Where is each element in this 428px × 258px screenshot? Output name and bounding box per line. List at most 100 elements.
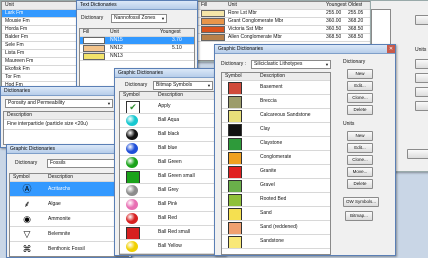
fill-swatch <box>201 10 225 17</box>
table-row[interactable]: Rore Lst Mbr 255.00 255.05 <box>198 10 370 18</box>
dictionary-select[interactable]: Porosity and Permeability ▼ <box>5 99 113 108</box>
list-item[interactable]: ◉ Ammonite <box>10 212 128 227</box>
description-column-header: Description <box>158 92 184 98</box>
dictionary-edit-button[interactable]: Edit... <box>347 81 373 91</box>
right-button[interactable] <box>415 59 428 69</box>
dictionary-select[interactable]: Bitmap Symbols ▼ <box>153 81 213 90</box>
fossils-table: Symbol Description Ⓐ Acritarchs ⸙ Algae ◉ Amm… <box>9 173 129 257</box>
ball-icon <box>126 227 140 239</box>
dictionary-delete-button[interactable]: Delete <box>347 105 373 115</box>
table-row[interactable]: Allen Conglomerate Mbr 368.50 368.50 <box>198 34 370 42</box>
symbol-description: Ball Grey <box>158 187 179 193</box>
window-title: Graphic Dictionaries <box>215 45 395 54</box>
list-item[interactable]: Ball Red small <box>120 226 222 240</box>
lithotypes-table: Symbol Description Basement Breccia Calcar… <box>221 72 331 255</box>
ow-symbols-button[interactable]: OW Symbols... <box>343 197 379 207</box>
dictionary-select[interactable]: Siliciclastic Lithotypes ▼ <box>251 60 331 69</box>
unit-delete-button[interactable]: Delete <box>347 179 373 189</box>
list-item[interactable]: Sandstone <box>222 235 330 249</box>
list-item[interactable]: Ball Green small <box>120 170 222 184</box>
unit-name: NN15 <box>110 37 123 43</box>
youngest-value: 360.00 <box>326 18 342 24</box>
lithotype-description: Rooted Bed <box>260 196 287 202</box>
list-item[interactable]: Ball Grey <box>120 184 222 198</box>
right-button[interactable] <box>415 101 428 111</box>
table-row[interactable]: Grant Conglomerate Mbr 360.00 368.20 <box>198 18 370 26</box>
fill-swatch <box>201 18 225 25</box>
list-item[interactable]: Calcareous Sandstone <box>222 109 330 123</box>
list-item[interactable]: Gravel <box>222 179 330 193</box>
units-group-label: Units <box>343 121 355 127</box>
list-item[interactable]: Basement <box>222 81 330 95</box>
unit-age-header: Fill Unit Youngest Oldest <box>198 2 370 10</box>
unit-clone-button[interactable]: Clone... <box>347 155 373 165</box>
lithotype-description: Clay <box>260 126 271 132</box>
fossil-description: Algae <box>48 201 61 207</box>
list-item[interactable]: Ball black <box>120 128 222 142</box>
list-item[interactable]: Breccia <box>222 95 330 109</box>
table-row[interactable]: NN15 3.70 <box>80 37 194 45</box>
lithology-pattern-icon <box>228 166 242 178</box>
list-item[interactable]: Ball Pink <box>120 198 222 212</box>
dictionary-clone-button[interactable]: Clone... <box>347 93 373 103</box>
list-item[interactable]: ✔ Apply <box>120 100 222 114</box>
lithotypes-header: Symbol Description <box>222 73 330 81</box>
right-button[interactable] <box>415 87 428 97</box>
right-button[interactable] <box>415 15 428 25</box>
table-row[interactable]: Victoria Sst Mbr 360.50 368.50 <box>198 26 370 34</box>
youngest-value: 5.10 <box>172 45 182 51</box>
unit-column-header: Unit <box>228 2 237 8</box>
list-item[interactable]: Ball Yellow <box>120 240 222 254</box>
list-item[interactable]: Ball Aqua <box>120 114 222 128</box>
unit-edit-button[interactable]: Edit... <box>347 143 373 153</box>
lithology-pattern-icon <box>228 194 242 206</box>
list-item[interactable]: Sand (reddened) <box>222 221 330 235</box>
oldest-value: 368.50 <box>348 26 364 32</box>
table-row[interactable]: Fine interparticle (particle size <20u) <box>4 120 118 130</box>
list-item[interactable]: Ball Red <box>120 212 222 226</box>
list-item[interactable]: Sand <box>222 207 330 221</box>
lithology-pattern-icon <box>228 236 242 248</box>
youngest-column-header: Youngest <box>326 2 347 8</box>
close-icon[interactable]: ✕ <box>387 45 395 53</box>
ammonite-icon: ◉ <box>23 214 31 224</box>
list-item[interactable]: ⸙ Algae <box>10 197 128 212</box>
list-item[interactable]: Clay <box>222 123 330 137</box>
ball-icon <box>126 185 138 196</box>
table-row[interactable]: NN13 <box>80 53 194 61</box>
unit-name: NN12 <box>110 45 123 51</box>
lithotype-description: Sand <box>260 210 272 216</box>
list-item[interactable]: Rooted Bed <box>222 193 330 207</box>
lithotypes-window: Graphic Dictionaries ✕ Dictionary : Sili… <box>214 44 396 256</box>
fill-swatch <box>201 26 225 33</box>
list-item[interactable]: Ⓐ Acritarchs <box>10 182 128 197</box>
porosity-header: Description <box>4 112 118 120</box>
ball-icon <box>126 115 138 126</box>
dictionary-select[interactable]: Nannofossil Zones ▼ <box>111 14 167 23</box>
unit-name: Lista Fm <box>5 50 25 56</box>
list-item[interactable]: ▽ Belemnite <box>10 227 128 242</box>
lithotype-description: Conglomerate <box>260 154 292 160</box>
symbol-description: Ball Yellow <box>158 243 182 249</box>
units-label: Units <box>415 47 427 53</box>
list-item[interactable]: ⌘ Benthonic Fossil <box>10 242 128 256</box>
table-row[interactable]: NN12 5.10 <box>80 45 194 53</box>
list-item[interactable]: Ball blue <box>120 142 222 156</box>
unit-name: Mousie Fm <box>5 18 30 24</box>
list-item[interactable]: Ball Green <box>120 156 222 170</box>
list-item[interactable]: Granite <box>222 165 330 179</box>
unit-move-button[interactable]: Move... <box>347 167 373 177</box>
bitmap-button[interactable]: Bitmap... <box>345 211 373 221</box>
right-button[interactable] <box>407 149 428 159</box>
list-item[interactable]: Conglomerate <box>222 151 330 165</box>
fossil-description: Belemnite <box>48 231 71 237</box>
unit-new-button[interactable]: New <box>347 131 373 141</box>
lithology-pattern-icon <box>228 152 242 164</box>
ball-icon <box>126 241 138 252</box>
dictionary-new-button[interactable]: New <box>347 69 373 79</box>
list-item[interactable]: Claystone <box>222 137 330 151</box>
symbol-column-header: Symbol <box>225 73 242 79</box>
right-button[interactable] <box>415 73 428 83</box>
ball-icon <box>126 199 138 210</box>
lithology-pattern-icon <box>228 82 242 94</box>
